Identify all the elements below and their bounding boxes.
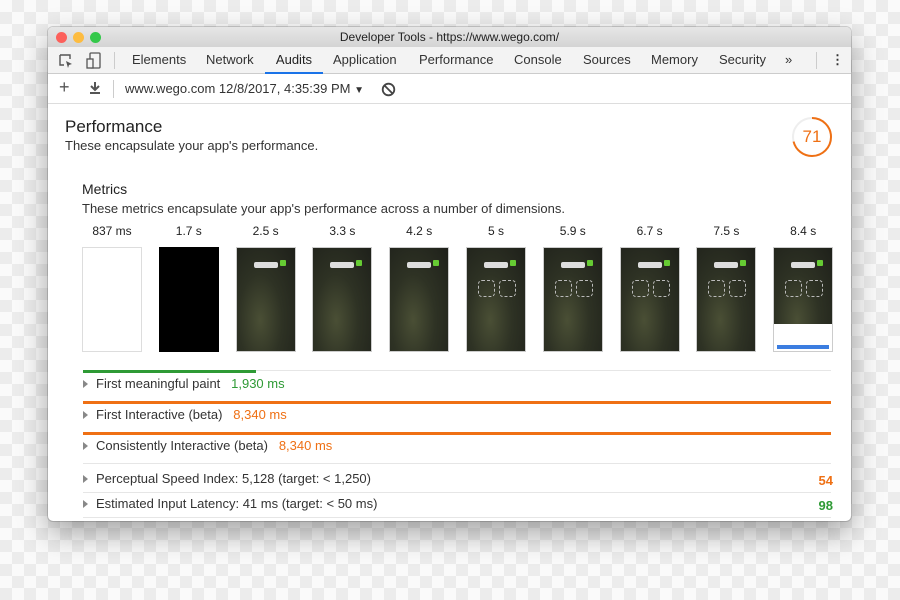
tab-sources[interactable]: Sources (583, 47, 631, 74)
audit-score: 54 (818, 473, 833, 488)
filmstrip-frame (235, 247, 296, 352)
filmstrip-timestamp: 1.7 s (175, 224, 202, 238)
filmstrip-frame (696, 247, 757, 352)
filmstrip-frame (158, 247, 219, 352)
filmstrip-timestamp: 6.7 s (636, 224, 663, 238)
menu-kebab-icon[interactable]: ⋮ (831, 47, 844, 74)
audit-score: 98 (818, 498, 833, 513)
device-toolbar-icon[interactable] (86, 52, 102, 70)
metric-bar-first-interactive (83, 401, 831, 404)
tab-performance[interactable]: Performance (419, 47, 493, 74)
filmstrip-timestamp: 8.4 s (790, 224, 817, 238)
category-description: These encapsulate your app's performance… (65, 138, 319, 153)
dropdown-arrow-icon: ▼ (354, 85, 364, 96)
tab-security[interactable]: Security (719, 47, 766, 74)
title-bar: Developer Tools - https://www.wego.com/ (48, 27, 851, 47)
minimize-button[interactable] (73, 32, 84, 43)
filmstrip-frame (773, 247, 834, 352)
filmstrip-frame (389, 247, 450, 352)
inspect-element-icon[interactable] (58, 53, 74, 69)
metrics-description: These metrics encapsulate your app's per… (82, 201, 565, 216)
report-select[interactable]: www.wego.com 12/8/2017, 4:35:39 PM ▼ (125, 81, 364, 96)
tab-network[interactable]: Network (206, 47, 254, 74)
metric-row[interactable]: Consistently Interactive (beta) 8,340 ms (83, 438, 831, 454)
metric-bar-consistently-interactive (83, 432, 831, 435)
metric-row[interactable]: First meaningful paint 1,930 ms (83, 376, 831, 392)
expand-arrow-icon (83, 475, 88, 483)
score-value: 71 (802, 127, 822, 146)
download-icon[interactable] (89, 81, 101, 95)
clear-icon[interactable] (381, 82, 396, 97)
filmstrip-timestamp: 2.5 s (252, 224, 279, 238)
filmstrip-frame (542, 247, 603, 352)
filmstrip-timestamp: 4.2 s (406, 224, 433, 238)
metric-row[interactable]: First Interactive (beta) 8,340 ms (83, 407, 831, 423)
filmstrip-frame (466, 247, 526, 352)
devtools-window: Developer Tools - https://www.wego.com/ … (48, 27, 851, 521)
tab-memory[interactable]: Memory (651, 47, 698, 74)
expand-arrow-icon (83, 411, 88, 419)
tab-console[interactable]: Console (514, 47, 562, 74)
filmstrip-timestamp: 837 ms (92, 224, 132, 238)
audit-row[interactable]: Estimated Input Latency: 41 ms (target: … (83, 496, 833, 513)
expand-arrow-icon (83, 442, 88, 450)
filmstrip-timestamp: 5.9 s (559, 224, 586, 238)
filmstrip-frame (82, 247, 142, 352)
expand-arrow-icon (83, 380, 88, 388)
filmstrip-timestamp: 5 s (487, 224, 504, 238)
panel-tabs: Elements Network Audits Application Perf… (48, 47, 851, 74)
close-button[interactable] (56, 32, 67, 43)
new-audit-icon[interactable]: + (59, 77, 70, 98)
more-tabs-icon[interactable]: » (785, 47, 792, 74)
filmstrip-timestamp: 7.5 s (713, 224, 740, 238)
window-title: Developer Tools - https://www.wego.com/ (339, 30, 560, 44)
tab-elements[interactable]: Elements (132, 47, 186, 74)
filmstrip-frame (619, 247, 680, 352)
category-title: Performance (65, 117, 163, 136)
metrics-title: Metrics (82, 181, 128, 197)
metric-bar-first-meaningful-paint (83, 370, 256, 373)
audits-toolbar: + www.wego.com 12/8/2017, 4:35:39 PM ▼ (48, 74, 851, 104)
tab-application[interactable]: Application (333, 47, 397, 74)
audit-row[interactable]: Perceptual Speed Index: 5,128 (target: <… (83, 471, 833, 488)
tab-audits[interactable]: Audits (265, 47, 323, 74)
maximize-button[interactable] (90, 32, 101, 43)
score-gauge: 71 (790, 115, 834, 159)
expand-arrow-icon (83, 500, 88, 508)
filmstrip-timestamp: 3.3 s (329, 224, 356, 238)
filmstrip-frame (312, 247, 373, 352)
audit-report: Performance These encapsulate your app's… (48, 104, 851, 521)
